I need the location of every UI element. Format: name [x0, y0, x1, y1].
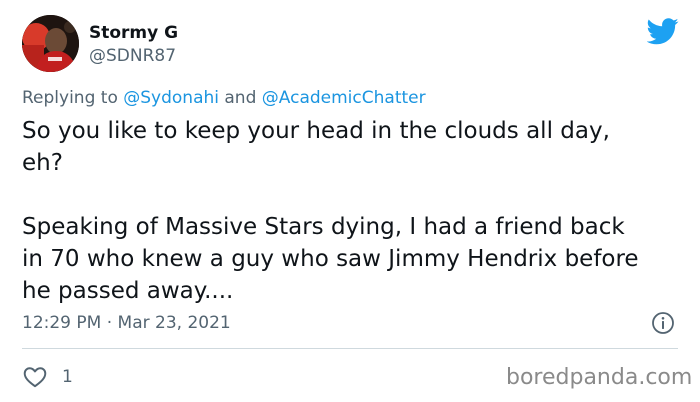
display-name[interactable]: Stormy G [89, 23, 178, 43]
heart-icon [23, 367, 47, 388]
like-button[interactable]: 1 [22, 364, 73, 390]
replying-to-joiner: and [218, 88, 262, 108]
avatar-image [22, 15, 79, 72]
divider [22, 348, 678, 349]
replying-to-label: Replying to [22, 88, 124, 108]
replying-to-line: Replying to @Sydonahi and @AcademicChatt… [22, 87, 426, 109]
twitter-bird-icon[interactable] [647, 18, 679, 45]
tweet-text-line: Speaking of Massive Stars dying, I had a… [22, 214, 625, 240]
avatar[interactable] [22, 15, 79, 72]
tweet-text: So you like to keep your head in the clo… [22, 115, 692, 307]
tweet-timestamp[interactable]: 12:29 PM · Mar 23, 2021 [22, 312, 231, 334]
mention-link-academicchatter[interactable]: @AcademicChatter [262, 88, 426, 108]
tweet-text-line: eh? [22, 150, 63, 176]
user-handle[interactable]: @SDNR87 [89, 46, 176, 66]
mention-link-sydonahi[interactable]: @Sydonahi [123, 88, 219, 108]
watermark: boredpanda.com [506, 365, 693, 390]
info-icon[interactable] [651, 311, 675, 335]
tweet-text-line: So you like to keep your head in the clo… [22, 118, 610, 144]
tweet-text-line: he passed away.... [22, 278, 234, 304]
like-count: 1 [62, 367, 73, 387]
tweet-text-line: in 70 who knew a guy who saw Jimmy Hendr… [22, 246, 639, 272]
